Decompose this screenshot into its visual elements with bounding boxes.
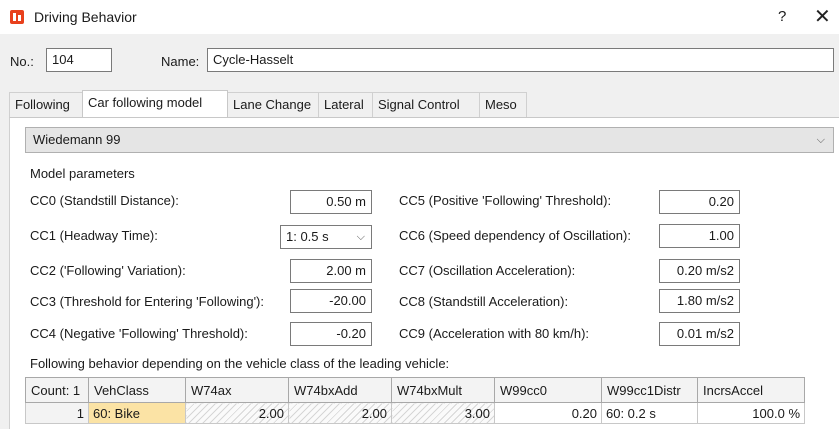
column-header[interactable]: W74ax <box>185 377 289 403</box>
column-header[interactable]: VehClass <box>88 377 186 403</box>
column-header[interactable]: W99cc0 <box>494 377 602 403</box>
column-header[interactable]: IncrsAccel <box>697 377 805 403</box>
column-header[interactable]: W74bxAdd <box>288 377 392 403</box>
cc7-field[interactable]: 0.20 m/s2 <box>659 259 740 283</box>
title-bar: Driving Behavior ? ✕ <box>0 0 839 34</box>
cc8-label: CC8 (Standstill Acceleration): <box>399 294 569 309</box>
table-cell[interactable]: 60: Bike <box>88 402 186 424</box>
cc7-label: CC7 (Oscillation Acceleration): <box>399 263 576 278</box>
column-header[interactable]: W74bxMult <box>391 377 495 403</box>
cc1-select-value: 1: 0.5 s <box>286 229 329 244</box>
window-title: Driving Behavior <box>34 9 137 25</box>
cc6-label: CC6 (Speed dependency of Oscillation): <box>399 228 631 243</box>
cc1-select[interactable]: 1: 0.5 s ⌵ <box>280 225 372 249</box>
cc2-label: CC2 ('Following' Variation): <box>30 263 186 278</box>
cc0-field[interactable]: 0.50 m <box>290 190 372 214</box>
table-cell[interactable]: 2.00 <box>185 402 289 424</box>
chevron-down-icon: ⌵ <box>816 134 825 146</box>
cc4-label: CC4 (Negative 'Following' Threshold): <box>30 326 248 341</box>
model-select[interactable]: Wiedemann 99 ⌵ <box>25 127 834 153</box>
no-label: No.: <box>10 54 34 69</box>
close-icon[interactable]: ✕ <box>814 4 831 29</box>
cc2-field[interactable]: 2.00 m <box>290 259 372 283</box>
cc3-field[interactable]: -20.00 <box>290 289 372 313</box>
tab-car-following-model[interactable]: Car following model <box>82 90 228 117</box>
table-cell[interactable]: 0.20 <box>494 402 602 424</box>
app-icon <box>10 10 24 24</box>
cc3-label: CC3 (Threshold for Entering 'Following')… <box>30 294 264 309</box>
cc8-field[interactable]: 1.80 m/s2 <box>659 289 740 313</box>
model-select-value: Wiedemann 99 <box>33 132 121 147</box>
cc5-field[interactable]: 0.20 <box>659 190 740 214</box>
table-cell[interactable]: 60: 0.2 s <box>601 402 698 424</box>
cc6-field[interactable]: 1.00 <box>659 224 740 248</box>
cc9-field[interactable]: 0.01 m/s2 <box>659 322 740 346</box>
name-field[interactable]: Cycle-Hasselt <box>207 48 834 72</box>
tab-meso[interactable]: Meso <box>479 92 527 117</box>
tab-signal-control[interactable]: Signal Control <box>372 92 480 117</box>
table-cell[interactable]: 2.00 <box>288 402 392 424</box>
cc0-label: CC0 (Standstill Distance): <box>30 193 179 208</box>
model-parameters-heading: Model parameters <box>30 166 135 181</box>
table-row[interactable]: 1 60: Bike 2.00 2.00 3.00 0.20 60: 0.2 s… <box>25 402 805 424</box>
help-button[interactable]: ? <box>778 8 786 25</box>
table-header-row: Count: 1 VehClass W74ax W74bxAdd W74bxMu… <box>25 377 805 403</box>
tab-lane-change[interactable]: Lane Change <box>227 92 319 117</box>
column-header[interactable]: Count: 1 <box>25 377 89 403</box>
no-field[interactable]: 104 <box>46 48 112 72</box>
cc5-label: CC5 (Positive 'Following' Threshold): <box>399 193 612 208</box>
cc9-label: CC9 (Acceleration with 80 km/h): <box>399 326 590 341</box>
cc1-label: CC1 (Headway Time): <box>30 228 158 243</box>
tab-following[interactable]: Following <box>9 92 83 117</box>
table-cell[interactable]: 100.0 % <box>697 402 805 424</box>
name-label: Name: <box>161 54 200 69</box>
following-table-caption: Following behavior depending on the vehi… <box>30 356 450 371</box>
row-number: 1 <box>25 402 89 424</box>
cc4-field[interactable]: -0.20 <box>290 322 372 346</box>
column-header[interactable]: W99cc1Distr <box>601 377 698 403</box>
tab-lateral[interactable]: Lateral <box>318 92 373 117</box>
chevron-down-icon: ⌵ <box>356 231 365 243</box>
following-behavior-table: Count: 1 VehClass W74ax W74bxAdd W74bxMu… <box>25 377 805 424</box>
table-cell[interactable]: 3.00 <box>391 402 495 424</box>
